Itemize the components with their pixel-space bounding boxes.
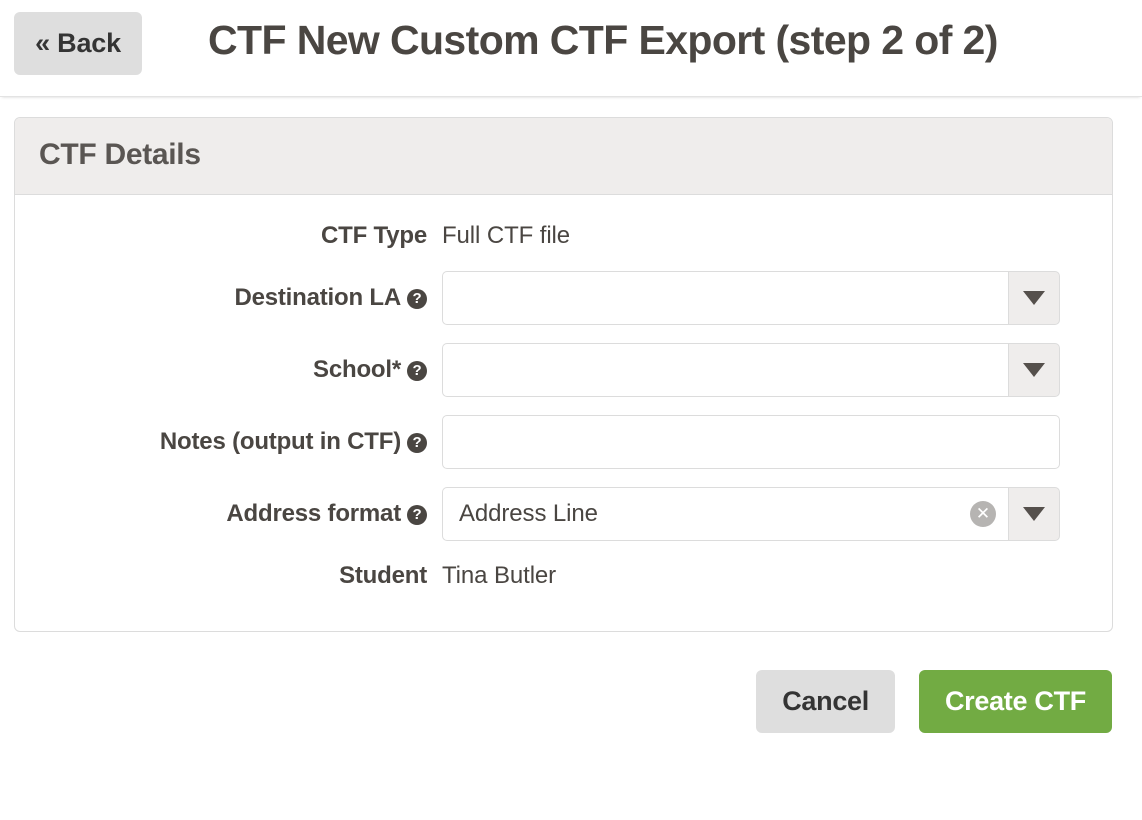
form-row-ctf-type: CTF TypeFull CTF file	[15, 213, 1112, 259]
label-text: School*	[313, 356, 401, 384]
form-row-address-format: Address format? Address Line ✕	[15, 481, 1112, 547]
chevron-down-icon	[1023, 507, 1045, 521]
label-text: Address format	[226, 500, 401, 528]
label-text: Student	[339, 562, 427, 590]
form-row-school: School*?	[15, 337, 1112, 403]
back-button[interactable]: « Back	[14, 12, 142, 75]
help-icon-glyph: ?	[413, 507, 422, 522]
top-bar: « Back CTF New Custom CTF Export (step 2…	[0, 0, 1142, 97]
card-header: CTF Details	[15, 118, 1112, 195]
control-address-format: Address Line ✕	[442, 487, 1060, 541]
help-icon-glyph: ?	[413, 363, 422, 378]
dropdown-button-address-format[interactable]	[1008, 487, 1060, 541]
chevron-down-icon	[1023, 291, 1045, 305]
input-value: Address Line	[459, 500, 962, 528]
dropdown-button-school[interactable]	[1008, 343, 1060, 397]
label-text: CTF Type	[321, 222, 427, 250]
cancel-button[interactable]: Cancel	[756, 670, 895, 733]
control-school	[442, 343, 1060, 397]
form-row-destination-la: Destination LA?	[15, 265, 1112, 331]
form-label-student: Student	[15, 562, 427, 590]
select-input-school[interactable]	[442, 343, 1008, 397]
control-destination-la	[442, 271, 1060, 325]
create-ctf-button[interactable]: Create CTF	[919, 670, 1112, 733]
field-wrap-school	[427, 343, 1112, 397]
help-icon-glyph: ?	[413, 435, 422, 450]
form-label-destination-la: Destination LA?	[15, 284, 427, 312]
page-title: CTF New Custom CTF Export (step 2 of 2)	[142, 0, 998, 65]
form-row-student: StudentTina Butler	[15, 553, 1112, 599]
help-icon[interactable]: ?	[407, 289, 427, 309]
clear-icon[interactable]: ✕	[970, 501, 996, 527]
help-icon[interactable]: ?	[407, 505, 427, 525]
form-row-notes-output-in-ctf: Notes (output in CTF)?	[15, 409, 1112, 475]
select-input-destination-la[interactable]	[442, 271, 1008, 325]
label-text: Destination LA	[234, 284, 401, 312]
form-label-school: School*?	[15, 356, 427, 384]
label-text: Notes (output in CTF)	[160, 428, 401, 456]
form-label-notes-output-in-ctf: Notes (output in CTF)?	[15, 428, 427, 456]
control-notes-output-in-ctf	[442, 415, 1060, 469]
select-input-address-format[interactable]: Address Line ✕	[442, 487, 1008, 541]
help-icon-glyph: ?	[413, 291, 422, 306]
chevron-down-icon	[1023, 363, 1045, 377]
field-wrap-address-format: Address Line ✕	[427, 487, 1112, 541]
text-input-notes-output-in-ctf[interactable]	[442, 415, 1060, 469]
form-value-ctf-type: Full CTF file	[427, 222, 1112, 250]
field-wrap-notes-output-in-ctf	[427, 415, 1112, 469]
card-body: CTF TypeFull CTF fileDestination LA?Scho…	[15, 195, 1112, 631]
field-wrap-destination-la	[427, 271, 1112, 325]
form-value-student: Tina Butler	[427, 562, 1112, 590]
ctf-details-card: CTF Details CTF TypeFull CTF file Destina…	[14, 117, 1113, 632]
card-header-title: CTF Details	[39, 138, 1088, 172]
dropdown-button-destination-la[interactable]	[1008, 271, 1060, 325]
help-icon[interactable]: ?	[407, 433, 427, 453]
form-actions: Cancel Create CTF	[0, 670, 1112, 733]
form-label-address-format: Address format?	[15, 500, 427, 528]
form-label-ctf-type: CTF Type	[15, 222, 427, 250]
help-icon[interactable]: ?	[407, 361, 427, 381]
